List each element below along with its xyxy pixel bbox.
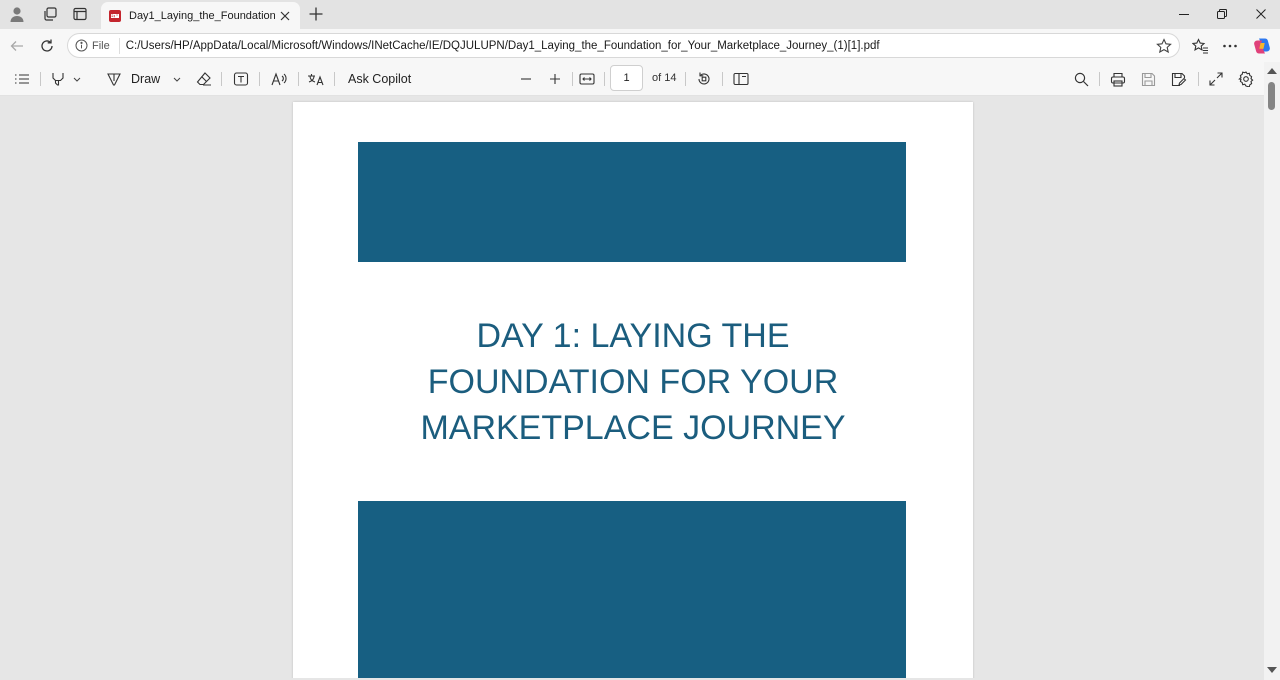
cover-band-bottom — [358, 501, 906, 678]
draw-label: Draw — [131, 72, 161, 86]
scroll-up-arrow-icon[interactable] — [1266, 67, 1278, 75]
copilot-icon[interactable] — [1250, 34, 1274, 58]
profile-icon[interactable] — [3, 3, 31, 25]
zoom-in-icon[interactable] — [547, 69, 563, 89]
document-title: DAY 1: LAYING THE FOUNDATION FOR YOUR MA… — [293, 313, 973, 451]
page-count-label: of 14 — [652, 72, 677, 84]
document-title-line: MARKETPLACE JOURNEY — [420, 409, 846, 447]
favorite-star-icon[interactable] — [1155, 37, 1173, 55]
search-icon[interactable] — [1072, 69, 1090, 89]
contents-icon[interactable] — [13, 69, 31, 89]
toolbar-separator — [1198, 72, 1199, 86]
close-tab-icon[interactable] — [277, 8, 293, 24]
url-text: C:/Users/HP/AppData/Local/Microsoft/Wind… — [125, 39, 880, 52]
refresh-icon[interactable] — [35, 34, 59, 58]
fit-page-icon[interactable] — [578, 69, 596, 89]
pdf-page: DAY 1: LAYING THE FOUNDATION FOR YOUR MA… — [293, 102, 973, 678]
fullscreen-icon[interactable] — [1207, 69, 1225, 89]
workspaces-icon[interactable] — [36, 3, 64, 25]
tab-title: Day1_Laying_the_Foundation_for_Your_Mark… — [129, 9, 275, 22]
pdf-viewer[interactable]: DAY 1: LAYING THE FOUNDATION FOR YOUR MA… — [2, 96, 1264, 678]
back-icon[interactable] — [5, 34, 29, 58]
pdf-toolbar: Draw Ask Copilot 1 of 14 — [0, 62, 1280, 96]
address-field[interactable]: File C:/Users/HP/AppData/Local/Microsoft… — [67, 33, 1180, 58]
translate-icon[interactable] — [306, 69, 326, 89]
highlight-button[interactable] — [50, 69, 86, 89]
toolbar-separator — [334, 72, 335, 86]
toolbar-separator — [572, 72, 573, 86]
pdf-file-icon — [108, 9, 122, 23]
save-icon[interactable] — [1139, 69, 1157, 89]
address-bar-row: File C:/Users/HP/AppData/Local/Microsoft… — [0, 29, 1280, 62]
site-info-button[interactable]: File — [75, 37, 120, 54]
close-window-icon[interactable] — [1242, 0, 1280, 28]
zoom-out-icon[interactable] — [518, 69, 534, 89]
toolbar-separator — [1099, 72, 1100, 86]
rotate-icon[interactable] — [695, 69, 713, 89]
eraser-icon[interactable] — [195, 69, 213, 89]
scroll-down-arrow-icon[interactable] — [1266, 666, 1278, 674]
save-as-icon[interactable] — [1170, 69, 1188, 89]
info-icon — [75, 39, 88, 52]
toolbar-separator — [40, 72, 41, 86]
document-title-line: DAY 1: LAYING THE — [476, 317, 790, 355]
more-icon[interactable] — [1218, 34, 1242, 58]
favorites-icon[interactable] — [1188, 34, 1212, 58]
vertical-scrollbar[interactable] — [1264, 62, 1280, 680]
new-tab-icon[interactable] — [305, 3, 327, 25]
scrollbar-thumb[interactable] — [1268, 82, 1275, 110]
settings-icon[interactable] — [1237, 69, 1255, 89]
chevron-down-icon — [173, 77, 181, 82]
text-box-icon[interactable] — [232, 69, 250, 89]
page-view-icon[interactable] — [732, 69, 750, 89]
ask-copilot-label: Ask Copilot — [348, 72, 412, 86]
toolbar-separator — [604, 72, 605, 86]
site-info-label: File — [92, 39, 110, 52]
read-aloud-icon[interactable] — [270, 69, 288, 89]
highlight-icon — [50, 71, 66, 87]
cover-band-top — [358, 142, 906, 262]
title-bar: Day1_Laying_the_Foundation_for_Your_Mark… — [0, 0, 1280, 29]
toolbar-separator — [259, 72, 260, 86]
toolbar-separator — [685, 72, 686, 86]
toolbar-separator — [221, 72, 222, 86]
ask-copilot-button[interactable]: Ask Copilot — [348, 69, 411, 89]
minimize-icon[interactable] — [1165, 0, 1203, 28]
draw-button[interactable]: Draw — [106, 69, 181, 89]
vertical-tabs-icon[interactable] — [66, 3, 94, 25]
page-number-input[interactable]: 1 — [610, 65, 643, 91]
toolbar-separator — [722, 72, 723, 86]
chevron-down-icon — [73, 77, 81, 82]
tab-pdf-document[interactable]: Day1_Laying_the_Foundation_for_Your_Mark… — [101, 2, 300, 29]
print-icon[interactable] — [1109, 69, 1127, 89]
draw-icon — [106, 71, 122, 87]
document-title-line: FOUNDATION FOR YOUR — [427, 363, 839, 401]
restore-icon[interactable] — [1203, 0, 1241, 28]
toolbar-separator — [298, 72, 299, 86]
